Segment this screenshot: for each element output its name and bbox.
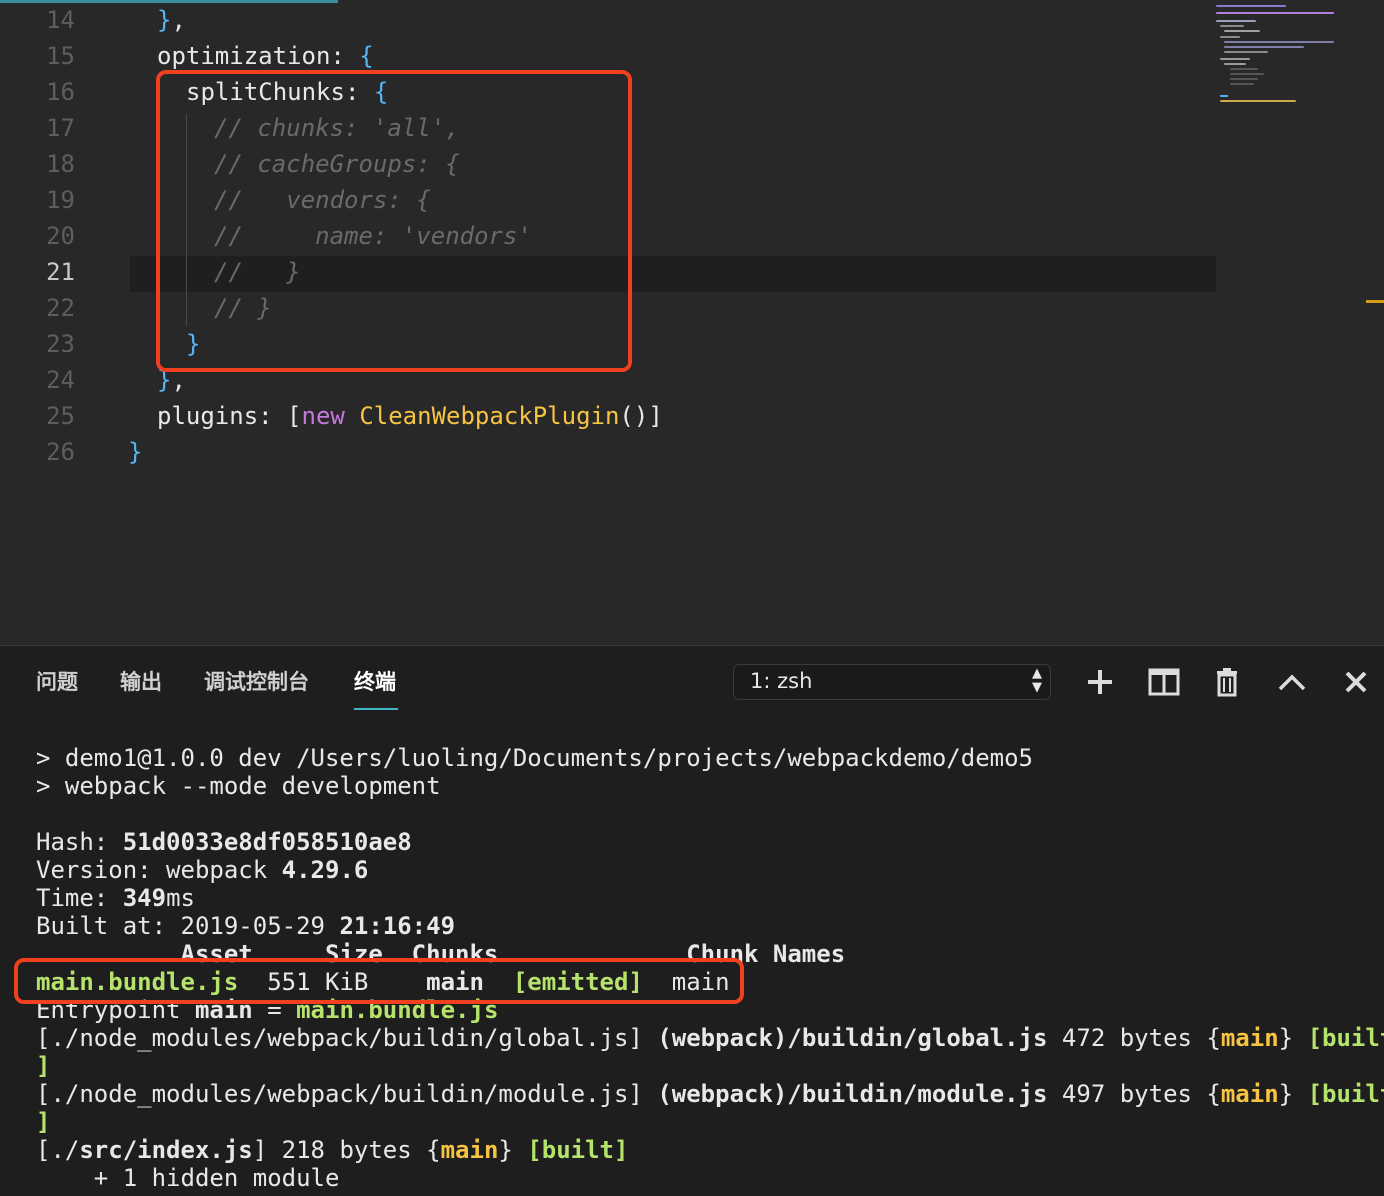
code-line-14[interactable]: }, bbox=[157, 2, 186, 38]
line-number: 21 bbox=[46, 258, 75, 286]
terminal-select-value: 1: zsh bbox=[750, 669, 813, 693]
tab-problems[interactable]: 问题 bbox=[36, 666, 78, 696]
line-number: 22 bbox=[46, 294, 75, 322]
terminal-select[interactable]: 1: zsh ▲ ▼ bbox=[733, 664, 1051, 700]
new-keyword: new bbox=[301, 402, 345, 430]
annotation-highlight-box bbox=[156, 70, 632, 372]
minimap[interactable] bbox=[1214, 0, 1384, 110]
terminal-built-line: Built at: 2019-05-29 21:16:49 bbox=[36, 912, 456, 940]
terminal-module-wrap: ] bbox=[36, 1052, 51, 1080]
scrollbar-marker bbox=[1366, 300, 1384, 303]
bottom-panel: 问题 输出 调试控制台 终端 1: zsh ▲ ▼ > demo1@1.0.0 d… bbox=[0, 645, 1384, 1196]
split-terminal-icon[interactable] bbox=[1146, 664, 1182, 700]
line-number: 18 bbox=[46, 150, 75, 178]
line-number: 24 bbox=[46, 366, 75, 394]
terminal-module-line: [./node_modules/webpack/buildin/global.j… bbox=[36, 1024, 1384, 1052]
active-tab-indicator bbox=[354, 708, 398, 710]
closing-brace: } bbox=[157, 6, 172, 34]
tab-terminal[interactable]: 终端 bbox=[354, 666, 396, 696]
line-number: 16 bbox=[46, 78, 75, 106]
class-name: CleanWebpackPlugin bbox=[359, 402, 620, 430]
terminal-hash-line: Hash: 51d0033e8df058510ae8 bbox=[36, 828, 412, 856]
chevron-up-icon[interactable] bbox=[1274, 664, 1310, 700]
terminal-module-line: [./src/index.js] 218 bytes {main} [built… bbox=[36, 1136, 629, 1164]
line-number: 19 bbox=[46, 186, 75, 214]
terminal-module-wrap: ] bbox=[36, 1108, 51, 1136]
select-arrows-icon: ▲ ▼ bbox=[1032, 666, 1042, 695]
terminal-cmd-line: > demo1@1.0.0 dev /Users/luoling/Documen… bbox=[36, 744, 1033, 772]
line-number: 20 bbox=[46, 222, 75, 250]
terminal-version-line: Version: webpack 4.29.6 bbox=[36, 856, 369, 884]
line-number: 26 bbox=[46, 438, 75, 466]
code-editor[interactable]: 14 15 16 17 18 19 20 21 22 23 24 25 26 }, optimizati… bbox=[0, 0, 1384, 645]
line-number: 17 bbox=[46, 114, 75, 142]
annotation-highlight-box bbox=[14, 958, 744, 1004]
code-line-26[interactable]: } bbox=[128, 434, 142, 470]
terminal-module-line: [./node_modules/webpack/buildin/module.j… bbox=[36, 1080, 1384, 1108]
terminal-cmd-line: > webpack --mode development bbox=[36, 772, 441, 800]
optimization-key: optimization bbox=[157, 42, 331, 70]
tab-debug-console[interactable]: 调试控制台 bbox=[204, 666, 309, 696]
code-line-25[interactable]: plugins: [new CleanWebpackPlugin()] bbox=[157, 398, 663, 434]
plus-icon[interactable] bbox=[1082, 664, 1118, 700]
line-number: 23 bbox=[46, 330, 75, 358]
terminal-hidden-modules: + 1 hidden module bbox=[36, 1164, 340, 1192]
line-number: 25 bbox=[46, 402, 75, 430]
terminal-time-line: Time: 349ms bbox=[36, 884, 195, 912]
trash-icon[interactable] bbox=[1209, 664, 1245, 700]
tab-output[interactable]: 输出 bbox=[120, 666, 162, 696]
line-number: 15 bbox=[46, 42, 75, 70]
line-number: 14 bbox=[46, 6, 75, 34]
close-icon[interactable] bbox=[1338, 664, 1374, 700]
code-line-15[interactable]: optimization: { bbox=[157, 38, 374, 74]
